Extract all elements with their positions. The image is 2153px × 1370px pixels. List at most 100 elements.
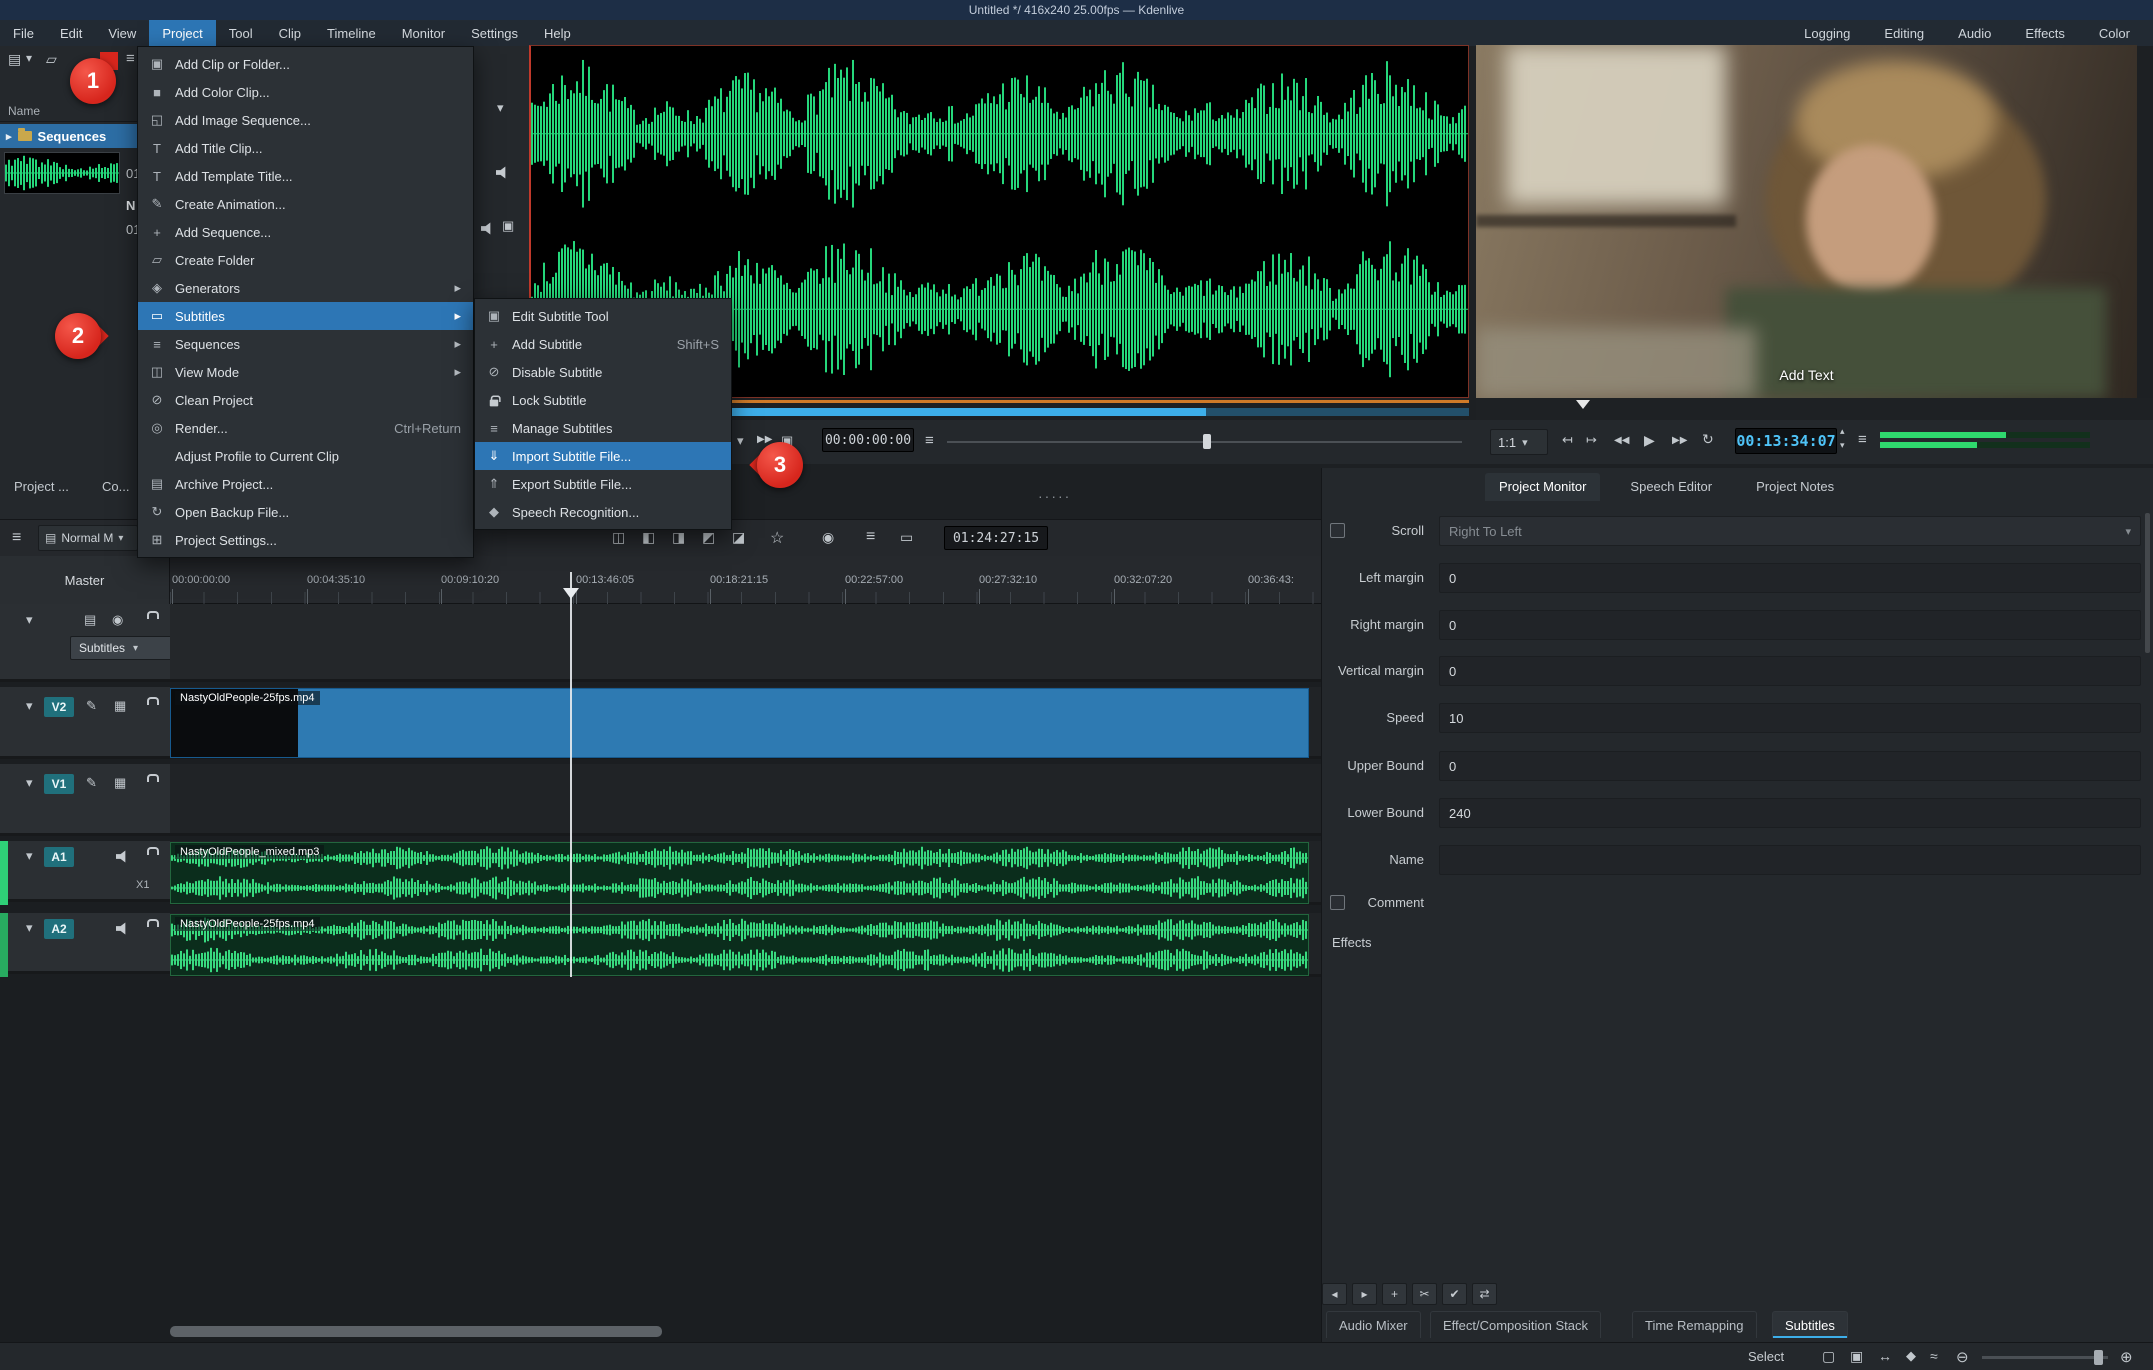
menu-item-export-subtitle-file[interactable]: ⇑Export Subtitle File...: [475, 470, 731, 498]
edit-mode-dropdown[interactable]: ▤ Normal M ▾: [38, 525, 138, 551]
track-header-a2[interactable]: ▾ A2: [8, 913, 170, 974]
zoom-in-icon[interactable]: ⊕: [2120, 1348, 2133, 1366]
audio-track-lane-a2[interactable]: NastyOldPeople-25fps.mp4: [170, 913, 1321, 977]
tab-time-remapping[interactable]: Time Remapping: [1632, 1311, 1757, 1338]
speed-field[interactable]: 10: [1439, 703, 2141, 733]
move-tool-icon[interactable]: ↔: [1878, 1348, 1892, 1364]
bin-item-label[interactable]: N: [126, 198, 135, 213]
timeline-clip-v2[interactable]: NastyOldPeople-25fps.mp4: [170, 688, 1309, 758]
menu-item-add-clip-or-folder[interactable]: ▣Add Clip or Folder...: [138, 50, 473, 78]
menu-tool[interactable]: Tool: [216, 20, 266, 46]
menu-item-sequences[interactable]: ≡Sequences▸: [138, 330, 473, 358]
speaker-icon[interactable]: [116, 922, 129, 935]
zoom-level-dropdown[interactable]: 1:1 ▾: [1490, 429, 1548, 455]
apply-button[interactable]: ✔: [1442, 1283, 1467, 1305]
menu-item-archive-project[interactable]: ▤Archive Project...: [138, 470, 473, 498]
menu-item-create-animation[interactable]: ✎Create Animation...: [138, 190, 473, 218]
menu-edit[interactable]: Edit: [47, 20, 95, 46]
timeline-hscrollbar[interactable]: [170, 1326, 662, 1337]
bin-menu-icon[interactable]: ≡: [126, 50, 135, 67]
timeline-timecode[interactable]: 01:24:27:15: [944, 526, 1048, 550]
curves-icon[interactable]: ≈: [1930, 1348, 1938, 1364]
timeline-clip-a2[interactable]: NastyOldPeople-25fps.mp4: [170, 914, 1309, 976]
panel-vscrollbar[interactable]: [2145, 513, 2150, 653]
workspace-tab-editing[interactable]: Editing: [1867, 20, 1941, 46]
right-margin-field[interactable]: 0: [1439, 610, 2141, 640]
zoom-slider-handle[interactable]: [2094, 1350, 2103, 1365]
timeline-clip-a1[interactable]: NastyOldPeople_mixed.mp3: [170, 842, 1309, 904]
track-header-v1[interactable]: ▾ V1 ✎ ▦: [0, 764, 170, 836]
go-previous-button[interactable]: ◂: [1322, 1283, 1347, 1305]
menu-project[interactable]: Project: [149, 20, 215, 46]
overwrite-zone-icon[interactable]: ◩: [702, 529, 715, 546]
video-track-lane-v1[interactable]: [170, 764, 1321, 836]
edit-track-pencil-icon[interactable]: ✎: [86, 775, 97, 791]
menu-help[interactable]: Help: [531, 20, 584, 46]
composite-film-icon[interactable]: ▦: [114, 775, 126, 791]
video-monitor[interactable]: Add Text: [1476, 45, 2137, 398]
zone-out-icon[interactable]: ↦: [1586, 432, 1597, 448]
menu-item-add-template-title[interactable]: TAdd Template Title...: [138, 162, 473, 190]
timecode-spin-up-icon[interactable]: ▴: [1840, 426, 1845, 437]
track-header-v2[interactable]: ▾ V2 ✎ ▦: [0, 687, 170, 759]
audio-track-lane-a1[interactable]: NastyOldPeople_mixed.mp3: [170, 841, 1321, 905]
composite-film-icon[interactable]: ▦: [114, 698, 126, 714]
track-badge-v1[interactable]: V1: [44, 774, 74, 794]
menu-item-manage-subtitles[interactable]: ≡Manage Subtitles: [475, 414, 731, 442]
insert-zone-icon[interactable]: ◨: [672, 529, 685, 546]
show-subtitles-eye-icon[interactable]: ◉: [112, 612, 123, 628]
name-field[interactable]: [1439, 845, 2141, 875]
menu-item-add-subtitle[interactable]: +Add SubtitleShift+S: [475, 330, 731, 358]
video-monitor-timecode[interactable]: 00:13:34:07: [1735, 428, 1837, 454]
menu-item-add-title-clip[interactable]: TAdd Title Clip...: [138, 134, 473, 162]
bin-view-mode-icon[interactable]: ▤: [8, 51, 21, 68]
left-margin-field[interactable]: 0: [1439, 563, 2141, 593]
go-next-button[interactable]: ▸: [1352, 1283, 1377, 1305]
rewind-button[interactable]: ◀◀: [1614, 435, 1629, 446]
track-badge-a1[interactable]: A1: [44, 847, 74, 867]
subtitle-grid-icon[interactable]: ▤: [84, 612, 96, 628]
tab-subtitles[interactable]: Subtitles: [1772, 1311, 1848, 1338]
master-track-header[interactable]: Master: [0, 556, 170, 604]
bin-clip-thumbnail[interactable]: [4, 152, 120, 194]
subtitle-track-icon[interactable]: ▭: [900, 529, 913, 546]
subtitle-track-header[interactable]: ▾ ▤ ◉ Subtitles ▾: [0, 604, 170, 682]
menu-item-speech-recognition[interactable]: ◆Speech Recognition...: [475, 498, 731, 526]
menu-clip[interactable]: Clip: [266, 20, 314, 46]
menu-item-lock-subtitle[interactable]: Lock Subtitle: [475, 386, 731, 414]
bin-view-caret-icon[interactable]: ▾: [26, 51, 32, 65]
subtitle-track-lane[interactable]: [170, 604, 1321, 682]
monitor-menu-icon[interactable]: ≡: [1858, 431, 1867, 448]
cut-subtitle-button[interactable]: ✂: [1412, 1283, 1437, 1305]
workspace-tab-effects[interactable]: Effects: [2008, 20, 2082, 46]
bin-tab-compositions[interactable]: Co...: [102, 479, 129, 494]
monitor-options-caret-icon[interactable]: ▾: [737, 433, 744, 449]
monitor-seek-handle[interactable]: [1203, 434, 1211, 449]
side-caret-icon[interactable]: ▾: [497, 100, 504, 116]
menu-item-clean-project[interactable]: ⊘Clean Project: [138, 386, 473, 414]
collapse-chevron-icon[interactable]: ▾: [26, 698, 33, 714]
tab-project-monitor[interactable]: Project Monitor: [1485, 473, 1600, 501]
scroll-direction-dropdown[interactable]: Right To Left ▾: [1439, 516, 2141, 546]
monitor-overlay-text[interactable]: Add Text: [1779, 367, 1833, 383]
menu-view[interactable]: View: [95, 20, 149, 46]
menu-item-edit-subtitle-tool[interactable]: ▣Edit Subtitle Tool: [475, 302, 731, 330]
speaker-icon[interactable]: [116, 850, 129, 863]
menu-item-generators[interactable]: ◈Generators▸: [138, 274, 473, 302]
menu-item-disable-subtitle[interactable]: ⊘Disable Subtitle: [475, 358, 731, 386]
track-header-a1[interactable]: ▾ A1 X1: [8, 841, 170, 902]
menu-item-view-mode[interactable]: ◫View Mode▸: [138, 358, 473, 386]
sync-button[interactable]: ⇄: [1472, 1283, 1497, 1305]
audio-mixer-icon[interactable]: ≡: [866, 528, 875, 546]
menu-item-render[interactable]: ◎Render...Ctrl+Return: [138, 414, 473, 442]
video-monitor-ruler[interactable]: [1476, 398, 2153, 420]
marker-icon[interactable]: ◆: [1906, 1348, 1916, 1364]
timeline-menu-icon[interactable]: ≡: [12, 529, 21, 547]
collapse-chevron-icon[interactable]: ▾: [26, 920, 33, 936]
playhead-marker-icon[interactable]: [1576, 400, 1590, 409]
tab-speech-editor[interactable]: Speech Editor: [1616, 473, 1726, 501]
zoom-slider-track[interactable]: [1982, 1356, 2108, 1359]
collapse-chevron-icon[interactable]: ▾: [26, 775, 33, 791]
mix-clips-icon[interactable]: ◧: [642, 529, 655, 546]
menu-item-adjust-profile[interactable]: Adjust Profile to Current Clip: [138, 442, 473, 470]
